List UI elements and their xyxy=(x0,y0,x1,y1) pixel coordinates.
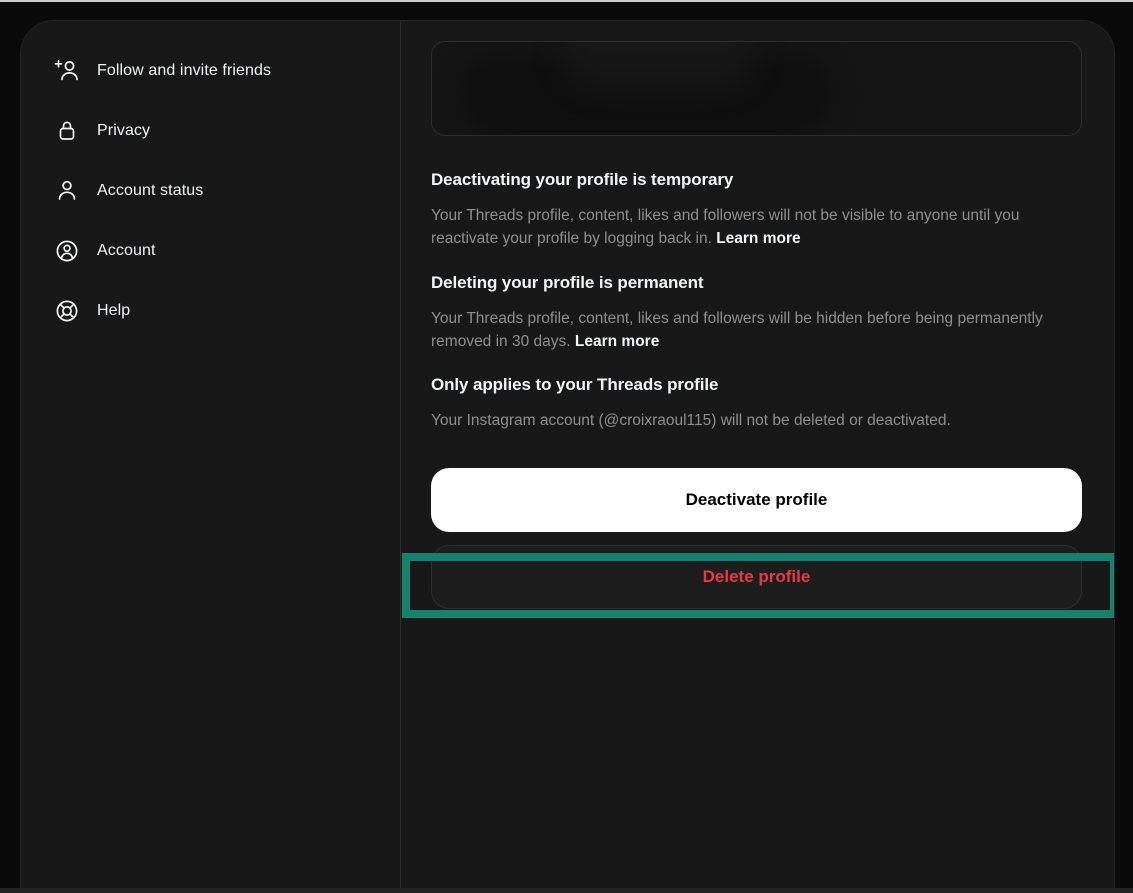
person-circle-icon xyxy=(53,238,81,264)
add-person-icon xyxy=(53,58,81,84)
section-body-text: Your Instagram account (@croixraoul115) … xyxy=(431,412,951,429)
sidebar-item-label: Help xyxy=(97,302,130,320)
sidebar-item-help[interactable]: Help xyxy=(21,281,400,341)
settings-panel: Follow and invite friends Privacy Accoun… xyxy=(20,20,1115,888)
window-bottom-edge xyxy=(0,888,1133,893)
sidebar-item-label: Follow and invite friends xyxy=(97,62,271,80)
section-title-deleting: Deleting your profile is permanent xyxy=(431,273,1082,293)
redacted-blur-blob xyxy=(562,41,757,89)
sidebar-item-follow-invite[interactable]: Follow and invite friends xyxy=(21,41,400,101)
window-top-edge xyxy=(0,0,1133,2)
sidebar-item-label: Account xyxy=(97,242,156,260)
delete-profile-button-wrapper: Delete profile xyxy=(431,545,1082,609)
deactivate-profile-button[interactable]: Deactivate profile xyxy=(431,468,1082,532)
delete-profile-button[interactable]: Delete profile xyxy=(431,545,1082,609)
person-icon xyxy=(53,178,81,204)
sidebar-item-label: Privacy xyxy=(97,122,150,140)
sidebar-item-privacy[interactable]: Privacy xyxy=(21,101,400,161)
redacted-header-box xyxy=(431,41,1082,136)
delete-deactivate-settings: Deactivating your profile is temporary Y… xyxy=(401,21,1114,888)
section-body-deleting: Your Threads profile, content, likes and… xyxy=(431,307,1076,353)
sidebar-item-account[interactable]: Account xyxy=(21,221,400,281)
section-body-only-applies: Your Instagram account (@croixraoul115) … xyxy=(431,409,1076,432)
lifebuoy-icon xyxy=(53,298,81,324)
settings-sidebar: Follow and invite friends Privacy Accoun… xyxy=(21,21,400,888)
section-body-text: Your Threads profile, content, likes and… xyxy=(431,310,1043,350)
section-title-only-applies: Only applies to your Threads profile xyxy=(431,375,1082,395)
section-body-deactivating: Your Threads profile, content, likes and… xyxy=(431,204,1076,250)
learn-more-link[interactable]: Learn more xyxy=(716,230,800,247)
sidebar-item-account-status[interactable]: Account status xyxy=(21,161,400,221)
lock-icon xyxy=(53,118,81,144)
section-title-deactivating: Deactivating your profile is temporary xyxy=(431,170,1082,190)
learn-more-link[interactable]: Learn more xyxy=(575,333,659,350)
sidebar-item-label: Account status xyxy=(97,182,203,200)
